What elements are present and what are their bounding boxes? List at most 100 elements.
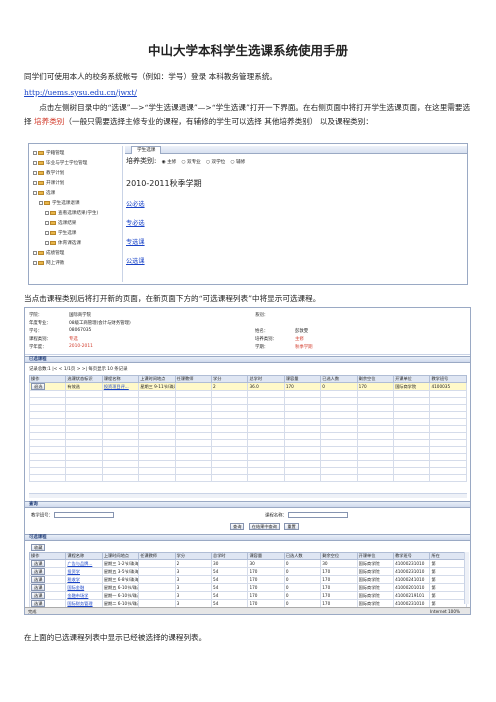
expand-icon[interactable] bbox=[33, 150, 37, 155]
table-cell: 41000231010 bbox=[395, 561, 425, 566]
leaf-icon[interactable] bbox=[45, 240, 49, 245]
course-name-input[interactable] bbox=[288, 512, 349, 518]
table-cell: 170 bbox=[249, 593, 258, 598]
expand-icon[interactable] bbox=[39, 200, 43, 205]
browser-status-bar: 完成 Internet 100% bbox=[25, 607, 470, 614]
leaf-icon[interactable] bbox=[45, 220, 49, 225]
column-header[interactable]: 上课时间地点 bbox=[101, 552, 140, 560]
course-name-link[interactable]: 投资项目评... bbox=[104, 384, 129, 389]
tree-item[interactable]: 学生选课退课 bbox=[39, 200, 80, 208]
tree-item[interactable]: 网上评教 bbox=[33, 260, 64, 268]
table-cell: 国际商学院 bbox=[358, 560, 380, 566]
option-major[interactable]: ◉ 主修 bbox=[162, 160, 177, 165]
table-cell: 第 bbox=[431, 576, 436, 582]
system-url-link[interactable]: http://uems.sysu.edu.cn/jwxt/ bbox=[24, 88, 137, 97]
column-header[interactable]: 已选人数 bbox=[283, 552, 322, 560]
column-header[interactable]: 已选人数 bbox=[320, 375, 358, 383]
row-action-button[interactable]: 选课 bbox=[31, 600, 46, 607]
tree-item[interactable]: 成绩管理 bbox=[33, 250, 64, 258]
column-header[interactable]: 剩余空位 bbox=[320, 552, 358, 560]
selected-courses-header: 已选课程 bbox=[25, 356, 470, 363]
selected-scrollbar[interactable] bbox=[29, 493, 467, 498]
link-public-required[interactable]: 公必选 bbox=[126, 199, 245, 208]
favorite-button[interactable]: 收藏 bbox=[31, 544, 46, 551]
column-header[interactable]: 任课教师 bbox=[174, 375, 213, 383]
course-name-link[interactable]: 金融市场学 bbox=[67, 593, 88, 598]
tree-item[interactable]: 开课计划 bbox=[33, 180, 64, 188]
column-header[interactable]: 操作 bbox=[28, 375, 67, 383]
option-double-major[interactable]: ○ 双专业 bbox=[182, 160, 201, 165]
query-in-results-button[interactable]: 在结果中查询 bbox=[248, 523, 280, 530]
row-action-button[interactable]: 选课 bbox=[31, 576, 46, 583]
table-cell: 41000201010 bbox=[395, 585, 425, 590]
course-name-link[interactable]: 国际金融 bbox=[67, 585, 84, 590]
row-action-button[interactable]: 选课 bbox=[31, 592, 46, 599]
expand-icon[interactable] bbox=[33, 170, 37, 175]
tree-item[interactable]: 查看选课结果(学生) bbox=[45, 210, 98, 218]
link-public-elective[interactable]: 公选课 bbox=[126, 256, 245, 265]
expand-icon[interactable] bbox=[33, 190, 37, 195]
course-name-link[interactable]: 广告与品牌... bbox=[67, 561, 92, 566]
tree-item[interactable]: 选课结果 bbox=[45, 220, 76, 228]
table-row: 选课 国际金融 星期五 6-10节/珠海D307(1-... 3 54 170 0 170 国际… bbox=[28, 583, 467, 592]
tree-item[interactable]: 毕业与学士学位管理 bbox=[33, 160, 87, 168]
column-header[interactable]: 剩余空位 bbox=[356, 375, 395, 383]
row-action-button[interactable]: 退选 bbox=[31, 383, 46, 390]
column-header[interactable]: 学分 bbox=[211, 375, 249, 383]
column-header[interactable]: 课容量 bbox=[283, 375, 322, 383]
column-header[interactable]: 总学时 bbox=[211, 552, 249, 560]
course-name-link[interactable]: 投资学 bbox=[67, 569, 80, 574]
leaf-icon[interactable] bbox=[45, 230, 49, 235]
table-cell: 国际商学院 bbox=[358, 576, 380, 582]
column-header[interactable]: 操作 bbox=[28, 552, 67, 560]
tree-item[interactable]: 学籍管理 bbox=[33, 150, 64, 158]
tree-item[interactable]: 学生选课 bbox=[45, 230, 76, 238]
tree-item[interactable]: 选课 bbox=[33, 190, 55, 198]
column-header[interactable]: 课程名称 bbox=[101, 375, 140, 383]
folder-icon bbox=[38, 150, 44, 155]
table-row: 选课 金融市场学 星期一 6-10节/珠海D301(1-... 3 54 170 0 170 国… bbox=[28, 591, 467, 600]
info-label: 年度专业： bbox=[29, 321, 51, 326]
available-scrollbar[interactable] bbox=[464, 552, 469, 604]
table-cell: 36.0 bbox=[249, 384, 259, 389]
row-action-button[interactable]: 选课 bbox=[31, 568, 46, 575]
tree-item-label: 毕业与学士学位管理 bbox=[46, 161, 88, 166]
expand-icon[interactable] bbox=[33, 260, 37, 265]
table-cell: 54 bbox=[213, 585, 219, 590]
link-major-elective[interactable]: 专选课 bbox=[126, 237, 245, 246]
table-cell: 54 bbox=[213, 569, 219, 574]
class-no-input[interactable] bbox=[54, 512, 115, 518]
column-header[interactable]: 课程名称 bbox=[65, 552, 103, 560]
tab-bar: 学生选课 bbox=[125, 146, 467, 154]
column-header[interactable]: 总学时 bbox=[247, 375, 285, 383]
leaf-icon[interactable] bbox=[45, 210, 49, 215]
column-header[interactable]: 课容量 bbox=[247, 552, 285, 560]
column-header[interactable]: 教学班号 bbox=[429, 375, 467, 383]
column-header[interactable]: 开课单位 bbox=[356, 552, 395, 560]
tab-student-selection[interactable]: 学生选课 bbox=[131, 146, 162, 154]
column-header[interactable]: 任课教师 bbox=[138, 552, 176, 560]
link-major-required[interactable]: 专必选 bbox=[126, 218, 245, 227]
selected-pager[interactable]: 记录总数:1 |< < 1/1页 > >| 每页显示 10 条记录 bbox=[29, 366, 127, 372]
column-header[interactable]: 学分 bbox=[174, 552, 213, 560]
row-action-button[interactable]: 选课 bbox=[31, 584, 46, 591]
table-cell: 41000241010 bbox=[395, 577, 425, 582]
tree-item[interactable]: 教学计划 bbox=[33, 170, 64, 178]
expand-icon[interactable] bbox=[33, 160, 37, 165]
expand-icon[interactable] bbox=[33, 180, 37, 185]
reset-button[interactable]: 重置 bbox=[284, 523, 299, 530]
course-name-link[interactable]: 税收学 bbox=[67, 577, 80, 582]
column-header[interactable]: 开课单位 bbox=[393, 375, 431, 383]
expand-icon[interactable] bbox=[33, 250, 37, 255]
row-action-button[interactable]: 选课 bbox=[31, 560, 46, 567]
tree-item[interactable]: 体育课选课 bbox=[45, 240, 81, 248]
column-header[interactable]: 所在 bbox=[429, 552, 467, 560]
course-name-link[interactable]: 国际财务管理 bbox=[67, 601, 92, 606]
column-header[interactable]: 教学班号 bbox=[393, 552, 431, 560]
table-cell: 170 bbox=[249, 601, 258, 606]
option-double-degree[interactable]: ○ 双学位 bbox=[206, 160, 225, 165]
query-button[interactable]: 查询 bbox=[230, 523, 245, 530]
column-header[interactable]: 选课状态标识 bbox=[65, 375, 103, 383]
column-header[interactable]: 上课时间地点 bbox=[138, 375, 176, 383]
option-minor[interactable]: ○ 辅修 bbox=[231, 160, 246, 165]
